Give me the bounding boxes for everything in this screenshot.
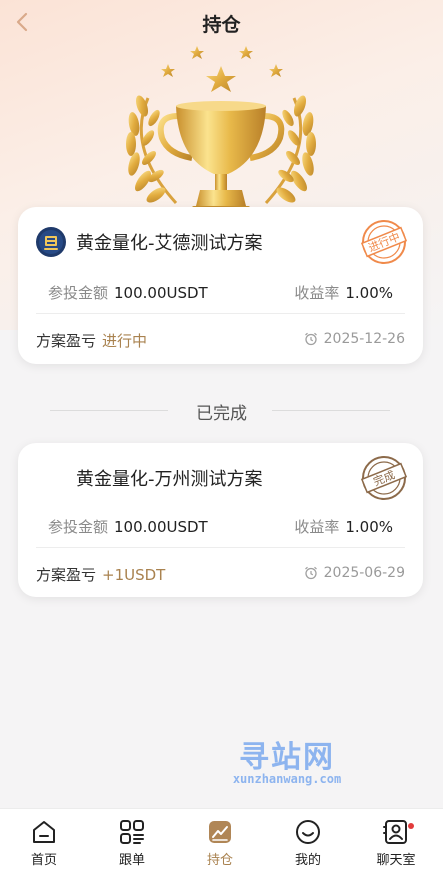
contact-icon [383,820,407,844]
plan-card-completed[interactable]: 黄金量化-万州测试方案 完成 参投金额 100.00USDT 收益率 1.00% 方… [18,443,423,597]
watermark-title: 寻站网 [239,740,335,775]
date-row: 2025-06-29 [304,565,405,581]
rate-value: 1.00% [345,518,393,536]
plan-name: 黄金量化-艾德测试方案 [76,233,263,254]
rate-label: 收益率 [294,518,340,536]
stamp-in-progress-icon: 进行中 [361,220,407,264]
divider [36,313,405,314]
amount-label: 参投金额 [48,518,109,536]
watermark-url: xunzhanwang.com [232,772,342,786]
profit-row: 方案盈亏 进行中 [36,330,147,351]
alarm-clock-icon [304,332,317,346]
plan-card-active[interactable]: 黄金量化-艾德测试方案 进行中 参投金额 100.00USDT 收益率 1.00% … [18,207,423,364]
tab-holdings[interactable]: 持仓 [176,809,264,871]
rate-label: 收益率 [294,284,340,302]
tab-label: 跟单 [118,853,145,868]
profit-value: 进行中 [102,332,148,350]
trophy-icon [126,46,316,214]
tab-label: 聊天室 [376,853,416,868]
stamp-completed-icon: 完成 [361,456,407,500]
plan-date: 2025-06-29 [323,565,405,581]
rate-value: 1.00% [345,284,393,302]
profit-label: 方案盈亏 [36,332,97,350]
tab-home[interactable]: 首页 [0,809,88,871]
chart-icon [209,821,231,843]
notification-badge [408,823,414,829]
tab-label: 持仓 [206,853,233,868]
bottom-tab-bar: 首页 跟单 持仓 我的 聊天室 [0,808,443,871]
tab-copy-trade[interactable]: 跟单 [88,809,176,871]
alarm-clock-icon [304,566,317,580]
divider [272,410,390,411]
tab-label: 首页 [30,853,57,868]
plan-date: 2025-12-26 [323,331,405,347]
amount-label: 参投金额 [48,284,109,302]
tab-chatroom[interactable]: 聊天室 [352,809,440,871]
amount-value: 100.00USDT [114,518,208,536]
divider [36,547,405,548]
home-icon [33,821,55,843]
plan-logo-icon [36,227,66,257]
smile-icon [296,820,320,844]
completed-section-title: 已完成 [0,399,443,424]
tab-label: 我的 [294,853,321,868]
grid-icon [120,820,144,844]
amount-value: 100.00USDT [114,284,208,302]
tab-profile[interactable]: 我的 [264,809,352,871]
watermark: 寻站网 xunzhanwang.com [222,732,352,792]
profit-label: 方案盈亏 [36,566,97,584]
plan-name: 黄金量化-万州测试方案 [76,469,263,490]
date-row: 2025-12-26 [304,331,405,347]
page-title: 持仓 [202,14,241,36]
profit-row: 方案盈亏 +1USDT [36,564,165,585]
section-title: 已完成 [196,404,247,424]
profit-value: +1USDT [102,566,166,584]
